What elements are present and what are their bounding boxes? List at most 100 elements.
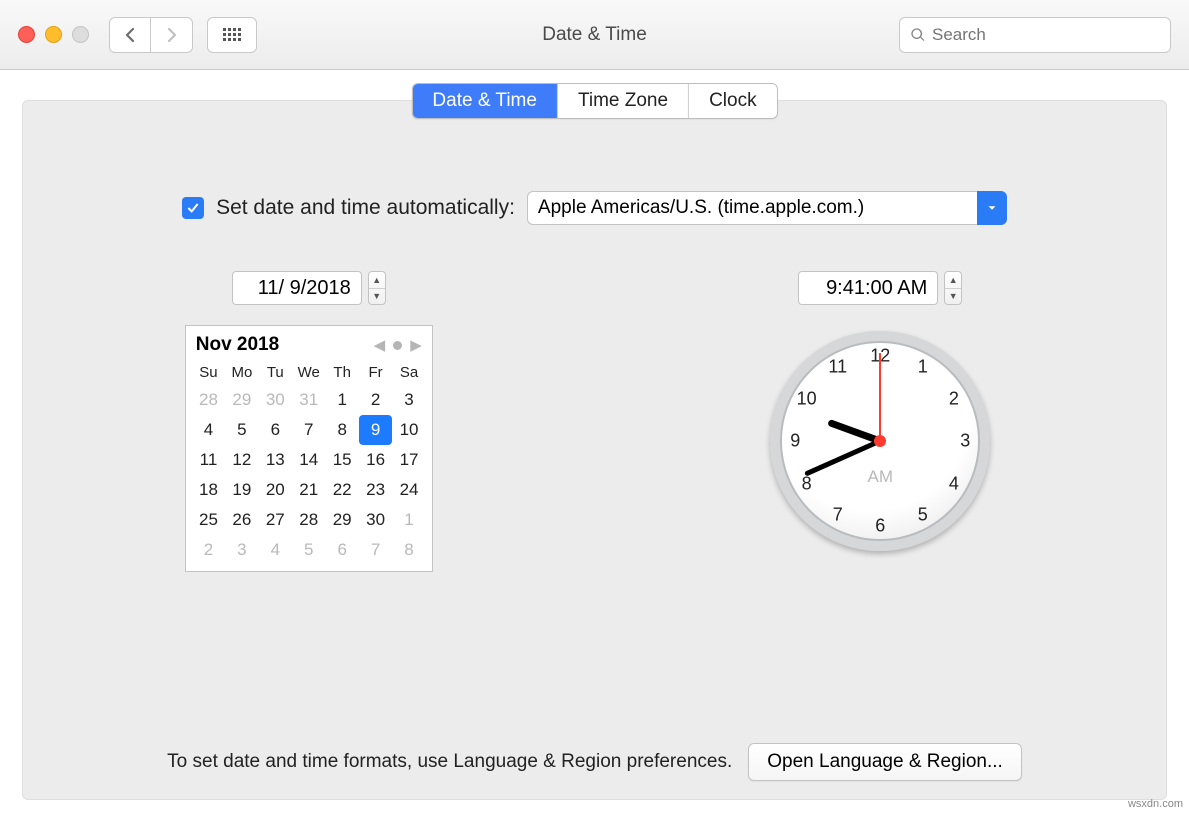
calendar-day[interactable]: 17 xyxy=(392,445,425,475)
date-input[interactable] xyxy=(232,271,362,305)
calendar-day[interactable]: 10 xyxy=(392,415,425,445)
calendar-day[interactable]: 11 xyxy=(192,445,225,475)
calendar-day[interactable]: 25 xyxy=(192,505,225,535)
calendar-day[interactable]: 16 xyxy=(359,445,392,475)
calendar-day[interactable]: 5 xyxy=(225,415,258,445)
date-column: ▲▼ Nov 2018 ◀ ▶ SuMoTuWeThFrSa2829303112… xyxy=(23,271,595,572)
time-server-combo[interactable] xyxy=(527,191,1007,225)
calendar-day[interactable]: 28 xyxy=(292,505,325,535)
minimize-window-button[interactable] xyxy=(45,26,62,43)
calendar-day[interactable]: 13 xyxy=(259,445,292,475)
clock-number: 9 xyxy=(790,431,800,452)
calendar-day[interactable]: 8 xyxy=(325,415,358,445)
stepper-up-icon[interactable]: ▲ xyxy=(945,272,961,289)
calendar-day[interactable]: 4 xyxy=(192,415,225,445)
calendar-day[interactable]: 18 xyxy=(192,475,225,505)
calendar-day[interactable]: 29 xyxy=(225,385,258,415)
open-language-region-button[interactable]: Open Language & Region... xyxy=(748,743,1022,781)
calendar-day[interactable]: 30 xyxy=(359,505,392,535)
show-all-button[interactable] xyxy=(207,17,257,53)
forward-button xyxy=(151,17,193,53)
calendar-day[interactable]: 20 xyxy=(259,475,292,505)
time-column: ▲▼ 121234567891011 AM xyxy=(595,271,1167,572)
calendar-prev-button[interactable]: ◀ xyxy=(374,336,386,354)
back-button[interactable] xyxy=(109,17,151,53)
nav-buttons xyxy=(109,17,193,53)
calendar-today-button[interactable] xyxy=(393,341,402,350)
calendar-day[interactable]: 1 xyxy=(392,505,425,535)
preferences-panel: Date & Time Time Zone Clock Set date and… xyxy=(22,100,1167,800)
clock-number: 11 xyxy=(828,357,847,378)
chevron-left-icon xyxy=(124,27,136,43)
checkmark-icon xyxy=(185,200,201,216)
calendar-day[interactable]: 31 xyxy=(292,385,325,415)
calendar-day[interactable]: 23 xyxy=(359,475,392,505)
calendar-day[interactable]: 21 xyxy=(292,475,325,505)
stepper-down-icon[interactable]: ▼ xyxy=(369,289,385,305)
calendar-day[interactable]: 30 xyxy=(259,385,292,415)
grid-icon xyxy=(223,28,241,41)
date-time-section: ▲▼ Nov 2018 ◀ ▶ SuMoTuWeThFrSa2829303112… xyxy=(23,271,1166,572)
time-spinner[interactable]: ▲▼ xyxy=(944,271,962,305)
calendar-day[interactable]: 6 xyxy=(259,415,292,445)
calendar-day[interactable]: 15 xyxy=(325,445,358,475)
clock-number: 1 xyxy=(918,357,928,378)
calendar-dow: Mo xyxy=(225,360,258,385)
auto-set-checkbox[interactable] xyxy=(182,197,204,219)
auto-set-label: Set date and time automatically: xyxy=(216,196,515,220)
stepper-down-icon[interactable]: ▼ xyxy=(945,289,961,305)
calendar-day[interactable]: 24 xyxy=(392,475,425,505)
chevron-right-icon xyxy=(166,27,178,43)
calendar-day[interactable]: 12 xyxy=(225,445,258,475)
calendar-day[interactable]: 27 xyxy=(259,505,292,535)
window-title: Date & Time xyxy=(542,24,647,46)
calendar-day[interactable]: 29 xyxy=(325,505,358,535)
time-input[interactable] xyxy=(798,271,938,305)
clock-ampm-label: AM xyxy=(868,467,894,487)
calendar-day[interactable]: 6 xyxy=(325,535,358,565)
date-stepper: ▲▼ xyxy=(232,271,386,305)
close-window-button[interactable] xyxy=(18,26,35,43)
tab-clock[interactable]: Clock xyxy=(689,84,777,118)
calendar-next-button[interactable]: ▶ xyxy=(410,336,422,354)
clock-number: 5 xyxy=(918,504,928,525)
calendar-day[interactable]: 22 xyxy=(325,475,358,505)
calendar-day[interactable]: 14 xyxy=(292,445,325,475)
calendar-day[interactable]: 3 xyxy=(392,385,425,415)
watermark: wsxdn.com xyxy=(1128,798,1183,810)
time-server-dropdown[interactable] xyxy=(977,191,1007,225)
calendar-day[interactable]: 2 xyxy=(359,385,392,415)
title-bar: Date & Time xyxy=(0,0,1189,70)
calendar-dow: Th xyxy=(325,360,358,385)
second-hand xyxy=(879,353,881,441)
footer-row: To set date and time formats, use Langua… xyxy=(23,743,1166,781)
calendar-day[interactable]: 26 xyxy=(225,505,258,535)
date-spinner[interactable]: ▲▼ xyxy=(368,271,386,305)
calendar-day[interactable]: 5 xyxy=(292,535,325,565)
tab-date-time[interactable]: Date & Time xyxy=(412,84,558,118)
calendar-dow: We xyxy=(292,360,325,385)
clock-number: 2 xyxy=(949,388,959,409)
calendar-day[interactable]: 3 xyxy=(225,535,258,565)
time-server-input[interactable] xyxy=(527,191,977,225)
clock-number: 3 xyxy=(960,431,970,452)
calendar-day[interactable]: 9 xyxy=(359,415,392,445)
calendar-dow: Su xyxy=(192,360,225,385)
calendar-day[interactable]: 4 xyxy=(259,535,292,565)
calendar-day[interactable]: 8 xyxy=(392,535,425,565)
search-input[interactable] xyxy=(932,25,1160,45)
calendar-day[interactable]: 7 xyxy=(292,415,325,445)
stepper-up-icon[interactable]: ▲ xyxy=(369,272,385,289)
tab-time-zone[interactable]: Time Zone xyxy=(558,84,689,118)
clock-number: 4 xyxy=(949,473,959,494)
calendar-day[interactable]: 1 xyxy=(325,385,358,415)
calendar-day[interactable]: 19 xyxy=(225,475,258,505)
calendar-day[interactable]: 2 xyxy=(192,535,225,565)
chevron-down-icon xyxy=(985,201,999,215)
calendar-day[interactable]: 7 xyxy=(359,535,392,565)
clock-number: 10 xyxy=(797,388,817,409)
calendar-month-label: Nov 2018 xyxy=(196,334,374,356)
search-field[interactable] xyxy=(899,17,1171,53)
calendar-dow: Tu xyxy=(259,360,292,385)
calendar-day[interactable]: 28 xyxy=(192,385,225,415)
